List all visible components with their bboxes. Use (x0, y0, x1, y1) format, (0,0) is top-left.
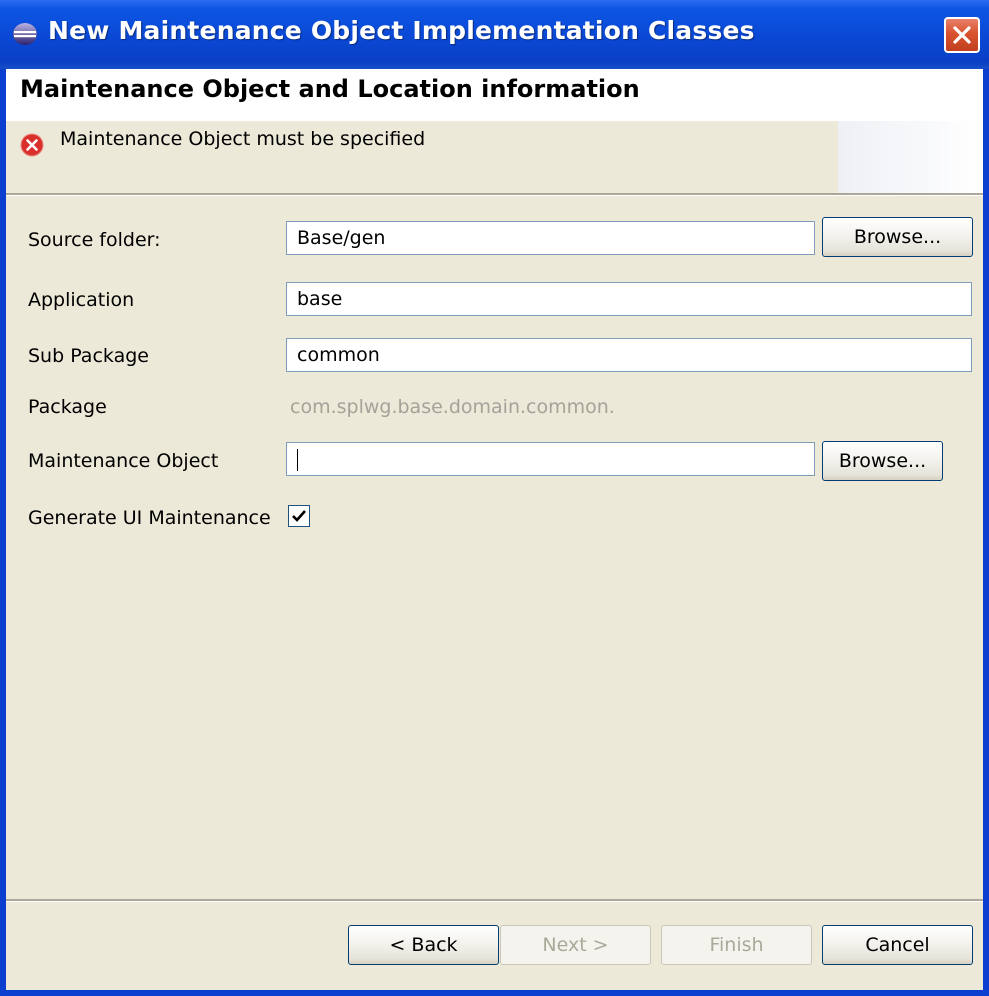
sub-package-label: Sub Package (28, 345, 149, 367)
wizard-window: New Maintenance Object Implementation Cl… (0, 0, 989, 996)
source-folder-browse-button[interactable]: Browse... (822, 217, 973, 257)
source-folder-input[interactable]: Base/gen (286, 221, 815, 255)
source-folder-label: Source folder: (28, 229, 161, 251)
error-message: Maintenance Object must be specified (60, 128, 426, 150)
back-button[interactable]: < Back (348, 925, 499, 965)
title-bar[interactable]: New Maintenance Object Implementation Cl… (0, 0, 989, 69)
close-button[interactable] (944, 17, 980, 53)
next-button[interactable]: Next > (500, 925, 651, 965)
close-icon (953, 26, 971, 44)
application-input[interactable]: base (286, 282, 972, 316)
dialog-body: Maintenance Object and Location informat… (6, 69, 983, 990)
package-value: com.splwg.base.domain.common. (290, 396, 615, 418)
finish-button[interactable]: Finish (661, 925, 812, 965)
generate-ui-checkbox[interactable] (288, 505, 310, 527)
eclipse-icon (13, 23, 37, 45)
maintenance-object-browse-button[interactable]: Browse... (822, 441, 943, 481)
message-area: Maintenance Object must be specified (6, 121, 838, 193)
error-icon (20, 133, 44, 157)
checkmark-icon (292, 510, 306, 522)
page-title: Maintenance Object and Location informat… (20, 75, 640, 103)
maintenance-object-input[interactable] (286, 442, 815, 476)
sub-package-input[interactable]: common (286, 338, 972, 372)
package-label: Package (28, 396, 107, 418)
window-title: New Maintenance Object Implementation Cl… (48, 16, 755, 45)
application-label: Application (28, 289, 135, 311)
cancel-button[interactable]: Cancel (822, 925, 973, 965)
maintenance-object-label: Maintenance Object (28, 450, 219, 472)
banner-image (838, 121, 983, 193)
text-caret (297, 448, 298, 471)
wizard-banner: Maintenance Object and Location informat… (6, 69, 983, 193)
banner-divider-highlight (6, 195, 983, 196)
footer-divider-highlight (6, 901, 983, 902)
generate-ui-label: Generate UI Maintenance (28, 507, 271, 529)
